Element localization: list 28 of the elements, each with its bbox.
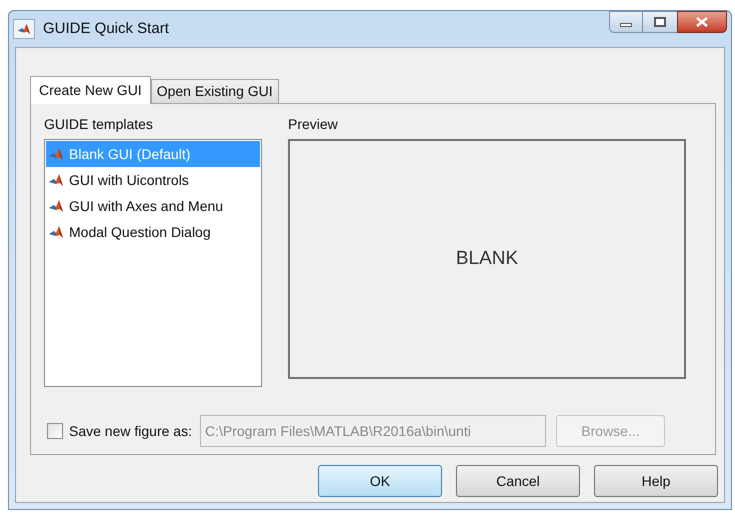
matlab-logo-icon xyxy=(48,224,64,240)
close-button[interactable] xyxy=(677,11,727,33)
template-label: GUI with Uicontrols xyxy=(69,170,189,190)
tab[interactable]: Open Existing GUI xyxy=(150,79,279,103)
close-icon xyxy=(696,17,708,27)
matlab-logo-icon xyxy=(48,146,64,162)
template-item[interactable]: Modal Question Dialog xyxy=(46,219,260,245)
maximize-icon xyxy=(654,17,666,27)
template-item[interactable]: GUI with Uicontrols xyxy=(46,167,260,193)
template-label: GUI with Axes and Menu xyxy=(69,196,224,216)
template-label: Blank GUI (Default) xyxy=(69,144,190,164)
preview-label: Preview xyxy=(288,115,339,134)
minimize-button[interactable] xyxy=(609,11,643,33)
tab[interactable]: Create New GUI xyxy=(30,76,151,104)
matlab-logo-icon xyxy=(17,22,31,36)
templates-label: GUIDE templates xyxy=(44,115,154,134)
dialog-button[interactable]: Cancel xyxy=(456,465,580,497)
dialog-button[interactable]: OK xyxy=(318,465,442,497)
matlab-logo-icon xyxy=(48,198,64,214)
template-item[interactable]: GUI with Axes and Menu xyxy=(46,193,260,219)
save-label: Save new figure as: xyxy=(69,422,192,441)
preview-text: BLANK xyxy=(456,246,518,271)
minimize-icon xyxy=(620,23,632,27)
maximize-button[interactable] xyxy=(643,11,677,33)
template-label: Modal Question Dialog xyxy=(69,222,211,242)
matlab-logo-icon xyxy=(48,172,64,188)
dialog-button[interactable]: Help xyxy=(594,465,718,497)
window-title: GUIDE Quick Start xyxy=(43,18,169,39)
